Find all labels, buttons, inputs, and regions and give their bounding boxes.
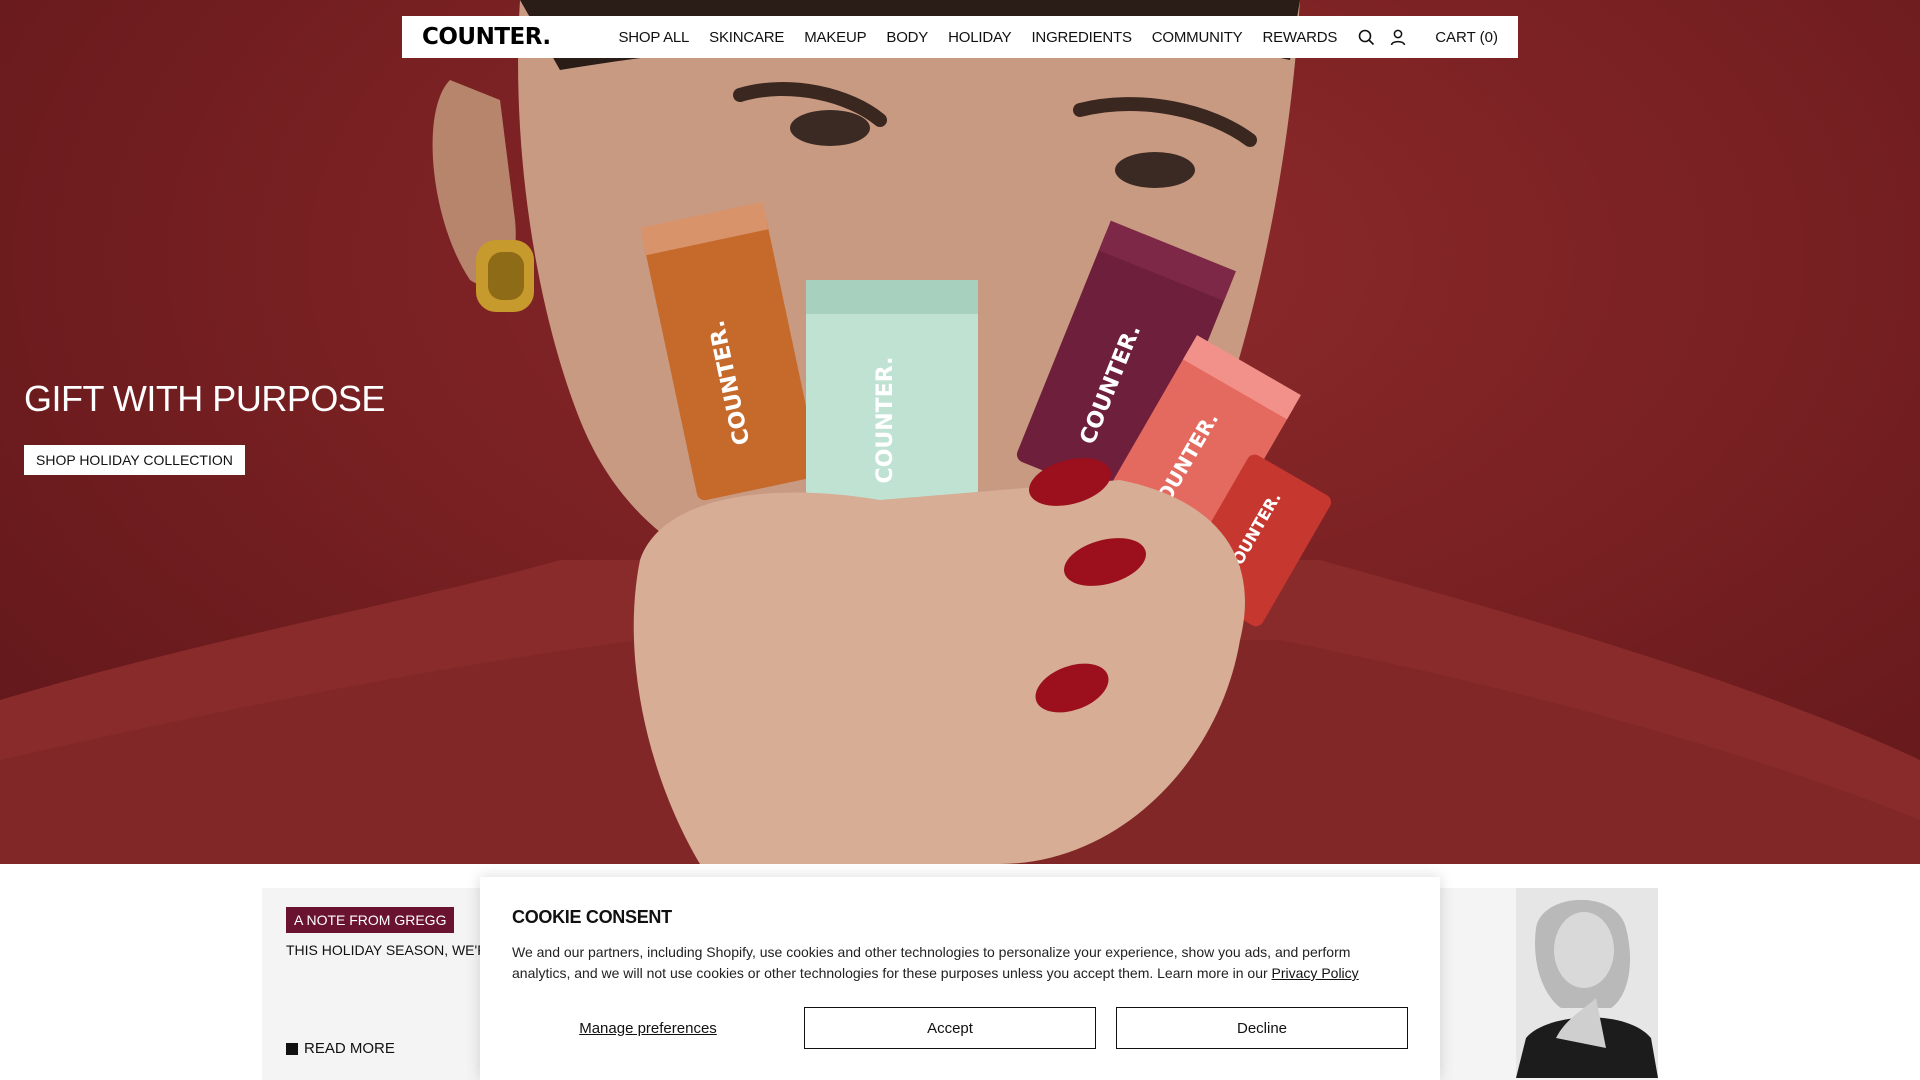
- founder-portrait: [1516, 888, 1658, 1078]
- top-navigation: COUNTER. SHOP ALL SKINCARE MAKEUP BODY H…: [402, 16, 1518, 58]
- cookie-body: We and our partners, including Shopify, …: [512, 942, 1412, 984]
- note-text: THIS HOLIDAY SEASON, WE'RE C: [286, 942, 511, 958]
- nav-utilities: CART (0): [1357, 28, 1498, 46]
- manage-preferences-button[interactable]: Manage preferences: [512, 1007, 784, 1049]
- cookie-title: COOKIE CONSENT: [512, 907, 672, 927]
- cart-link[interactable]: CART (0): [1435, 29, 1498, 46]
- nav-link-ingredients[interactable]: INGREDIENTS: [1031, 29, 1132, 46]
- note-badge: A NOTE FROM GREGG: [286, 907, 455, 933]
- svg-text:COUNTER.: COUNTER.: [873, 357, 898, 484]
- nav-link-makeup[interactable]: MAKEUP: [804, 29, 866, 46]
- hero-image: COUNTER. COUNTER. COUNTER. COUNTER. COUN…: [0, 0, 1920, 864]
- read-more-link[interactable]: READ MORE: [286, 1040, 395, 1057]
- account-icon[interactable]: [1389, 28, 1407, 46]
- shop-holiday-button[interactable]: SHOP HOLIDAY COLLECTION: [24, 445, 245, 475]
- cookie-actions: Manage preferences Accept Decline: [512, 1007, 1408, 1049]
- nav-link-skincare[interactable]: SKINCARE: [709, 29, 784, 46]
- hero-title: GIFT WITH PURPOSE: [24, 378, 385, 419]
- nav-link-rewards[interactable]: REWARDS: [1262, 29, 1337, 46]
- hero-banner: COUNTER. COUNTER. COUNTER. COUNTER. COUN…: [0, 0, 1920, 864]
- nav-link-community[interactable]: COMMUNITY: [1152, 29, 1243, 46]
- square-bullet-icon: [286, 1042, 298, 1055]
- privacy-policy-link[interactable]: Privacy Policy: [1272, 965, 1359, 981]
- brand-logo[interactable]: COUNTER.: [422, 24, 618, 50]
- cookie-consent-dialog: COOKIE CONSENT We and our partners, incl…: [480, 877, 1440, 1080]
- decline-button[interactable]: Decline: [1116, 1007, 1408, 1049]
- nav-link-body[interactable]: BODY: [886, 29, 928, 46]
- nav-link-shop-all[interactable]: SHOP ALL: [618, 29, 689, 46]
- nav-links: SHOP ALL SKINCARE MAKEUP BODY HOLIDAY IN…: [618, 29, 1357, 46]
- read-more-label: READ MORE: [304, 1040, 395, 1057]
- accept-button[interactable]: Accept: [804, 1007, 1096, 1049]
- nav-link-holiday[interactable]: HOLIDAY: [948, 29, 1012, 46]
- search-icon[interactable]: [1357, 28, 1375, 46]
- cookie-body-text: We and our partners, including Shopify, …: [512, 944, 1351, 981]
